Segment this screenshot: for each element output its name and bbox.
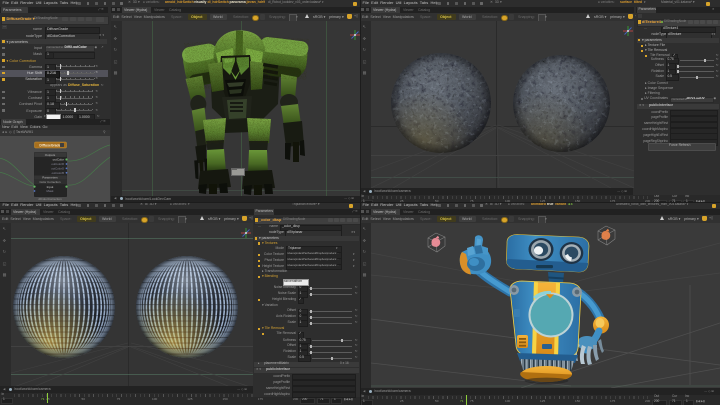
svg-text:Mask: Mask <box>47 189 54 193</box>
svg-text:outColor: outColor <box>53 158 64 162</box>
svg-text:DiffuseGrade: DiffuseGrade <box>39 143 60 147</box>
svg-text:Outputs: Outputs <box>45 153 56 157</box>
svg-text:Parameters: Parameters <box>42 176 58 180</box>
svg-text:outColorG: outColorG <box>51 166 64 170</box>
svg-text:dlColorCorrection: dlColorCorrection <box>38 197 62 201</box>
svg-text:Input: Input <box>47 185 54 189</box>
svg-text:outColorR: outColorR <box>51 162 64 166</box>
svg-text:outColorB: outColorB <box>52 171 65 175</box>
svg-text:Color Correction: Color Correction <box>39 180 60 184</box>
